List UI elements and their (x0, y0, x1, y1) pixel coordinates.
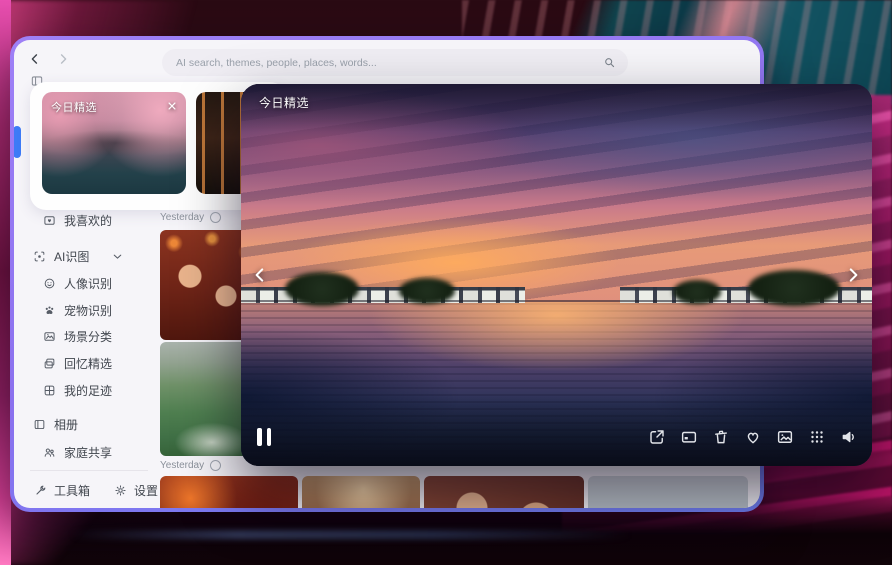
select-section-checkbox[interactable] (210, 460, 221, 471)
slide-photo-tree (673, 280, 721, 304)
select-section-checkbox[interactable] (210, 212, 221, 223)
photo-strip (160, 476, 748, 512)
delete-button[interactable] (712, 428, 730, 446)
scroll-indicator[interactable] (13, 126, 21, 158)
previous-slide-button[interactable] (245, 253, 275, 297)
sidebar-item-scene-classification[interactable]: 场景分类 (43, 326, 112, 346)
grid-view-button[interactable] (808, 428, 826, 446)
slideshow-actions (648, 428, 858, 446)
next-slide-button[interactable] (838, 253, 868, 297)
sidebar-item-ai-recognition[interactable]: AI识图 (33, 246, 124, 266)
sidebar-item-label: 我的足迹 (64, 382, 112, 399)
volume-button[interactable] (840, 428, 858, 446)
forward-button[interactable] (52, 48, 74, 70)
save-image-button[interactable] (776, 428, 794, 446)
back-button[interactable] (24, 48, 46, 70)
toolbox-button[interactable]: 工具箱 (34, 482, 90, 499)
chevron-left-icon (28, 52, 42, 66)
sidebar-item-pet-recognition[interactable]: 宠物识别 (43, 300, 112, 320)
slideshow-control-bar (241, 414, 872, 466)
chevron-down-icon[interactable] (111, 250, 124, 263)
memories-icon (43, 357, 56, 370)
favorite-button[interactable] (744, 428, 762, 446)
timeline-section-header: Yesterday (160, 212, 221, 223)
toolbox-icon (34, 484, 47, 497)
pause-icon (267, 428, 272, 446)
slide-photo-tree (748, 270, 840, 306)
sidebar-item-label: 场景分类 (64, 328, 112, 345)
photo-lantern-festival-crowd[interactable] (160, 476, 298, 512)
family-share-icon (43, 446, 56, 459)
sidebar-item-label: 相册 (54, 416, 78, 433)
slide-photo-tree (285, 272, 359, 306)
albums-icon (33, 418, 46, 431)
pause-icon (257, 428, 262, 446)
card-view-button[interactable] (680, 428, 698, 446)
settings-icon (114, 484, 127, 497)
search-bar[interactable] (162, 49, 628, 76)
timeline-section-header: Yesterday (160, 460, 221, 471)
featured-card-today[interactable]: 今日精选 (42, 92, 186, 194)
chevron-right-icon (844, 266, 862, 284)
sidebar-item-family-share[interactable]: 家庭共享 (43, 442, 112, 462)
sidebar-item-memories[interactable]: 回忆精选 (43, 353, 112, 373)
ai-recognition-icon (33, 250, 46, 263)
chevron-left-icon (251, 266, 269, 284)
sidebar-item-label: 人像识别 (64, 275, 112, 292)
sidebar-item-label: AI识图 (54, 248, 89, 265)
slideshow-window: 今日精选 (241, 84, 872, 466)
chevron-right-icon (56, 52, 70, 66)
slide-photo-tree (399, 278, 455, 304)
sidebar-item-face-recognition[interactable]: 人像识别 (43, 273, 112, 293)
sidebar-item-favorites[interactable]: 我喜欢的 (43, 210, 112, 230)
slide-top-gradient (241, 84, 872, 132)
featured-card-title: 今日精选 (51, 99, 97, 115)
sidebar-item-footprints[interactable]: 我的足迹 (43, 380, 112, 400)
settings-label: 设置 (134, 482, 158, 499)
photo-warm-light-gathering[interactable] (302, 476, 420, 512)
slideshow-title: 今日精选 (259, 94, 309, 111)
search-input[interactable] (176, 57, 603, 69)
sidebar-item-albums[interactable]: 相册 (33, 414, 78, 434)
toolbox-label: 工具箱 (54, 482, 90, 499)
timeline-section-label: Yesterday (160, 212, 204, 223)
pet-recognition-icon (43, 304, 56, 317)
wallpaper-blue-streak (70, 530, 630, 539)
close-icon[interactable] (165, 99, 179, 113)
sidebar-item-label: 我喜欢的 (64, 212, 112, 229)
sidebar-item-label: 回忆精选 (64, 355, 112, 372)
settings-button[interactable]: 设置 (114, 482, 158, 499)
share-button[interactable] (648, 428, 666, 446)
sidebar-footer: 工具箱 设置 (34, 482, 158, 499)
sidebar-item-label: 家庭共享 (64, 444, 112, 461)
sidebar-divider (30, 470, 148, 471)
sidebar-item-label: 宠物识别 (64, 302, 112, 319)
photo-family-faces-closeup[interactable] (424, 476, 584, 512)
favorites-icon (43, 214, 56, 227)
footprints-icon (43, 384, 56, 397)
photo-street-crowd-daylight[interactable] (588, 476, 748, 512)
search-icon[interactable] (603, 56, 616, 69)
timeline-section-label: Yesterday (160, 460, 204, 471)
pause-button[interactable] (257, 428, 271, 446)
scene-classification-icon (43, 330, 56, 343)
face-recognition-icon (43, 277, 56, 290)
